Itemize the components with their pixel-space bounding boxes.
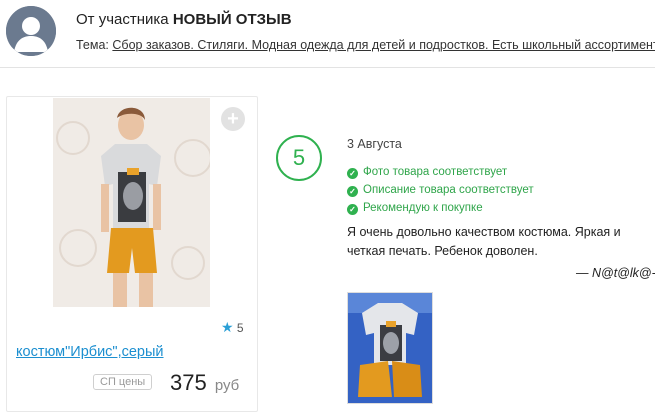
price-currency: руб: [214, 377, 240, 394]
product-photo: [53, 98, 210, 307]
check-label: Фото товара соответствует: [363, 166, 508, 178]
review-date: 3 Августа: [347, 137, 402, 151]
notification-type: НОВЫЙ ОТЗЫВ: [172, 11, 292, 28]
check-circle-icon: ✓: [347, 186, 358, 197]
price-value: 375: [170, 370, 207, 395]
product-image[interactable]: [53, 98, 210, 307]
review-photo-thumbnail[interactable]: [347, 292, 433, 404]
product-price: 375 руб: [170, 370, 239, 396]
star-icon: ★: [221, 319, 234, 335]
check-item: ✓ Рекомендую к покупке: [347, 199, 534, 217]
from-prefix: От участника: [76, 11, 169, 28]
review-score-badge: 5: [276, 135, 322, 181]
topic-link[interactable]: Сбор заказов. Стиляги. Модная одежда для…: [112, 38, 655, 52]
review-author: — N@t@lk@-: [576, 266, 655, 280]
check-circle-icon: ✓: [347, 204, 358, 215]
review-text: Я очень довольно качеством костюма. Ярка…: [347, 225, 621, 258]
user-silhouette-icon: [6, 6, 56, 56]
check-item: ✓ Описание товара соответствует: [347, 181, 534, 199]
price-type-badge: СП цены: [93, 374, 153, 390]
user-avatar[interactable]: [6, 6, 56, 56]
product-card: + ★ 5 костюм"Ирбис",серый СП цены 375 ру…: [6, 96, 258, 412]
review-photo: [348, 293, 432, 403]
check-label: Рекомендую к покупке: [363, 202, 483, 214]
add-to-favorites-icon[interactable]: +: [221, 107, 245, 131]
product-rating: ★ 5: [221, 319, 244, 336]
check-label: Описание товара соответствует: [363, 184, 534, 196]
review-header: От участника НОВЫЙ ОТЗЫВ Тема: Сбор зака…: [0, 0, 655, 68]
check-item: ✓ Фото товара соответствует: [347, 163, 534, 181]
rating-value: 5: [236, 321, 244, 335]
check-circle-icon: ✓: [347, 168, 358, 179]
product-name-link[interactable]: костюм"Ирбис",серый: [16, 344, 164, 360]
topic-label: Тема:: [76, 38, 109, 52]
header-topic: Тема: Сбор заказов. Стиляги. Модная одеж…: [76, 38, 655, 52]
review-checks: ✓ Фото товара соответствует ✓ Описание тов…: [347, 163, 534, 217]
header-title: От участника НОВЫЙ ОТЗЫВ: [76, 11, 292, 28]
